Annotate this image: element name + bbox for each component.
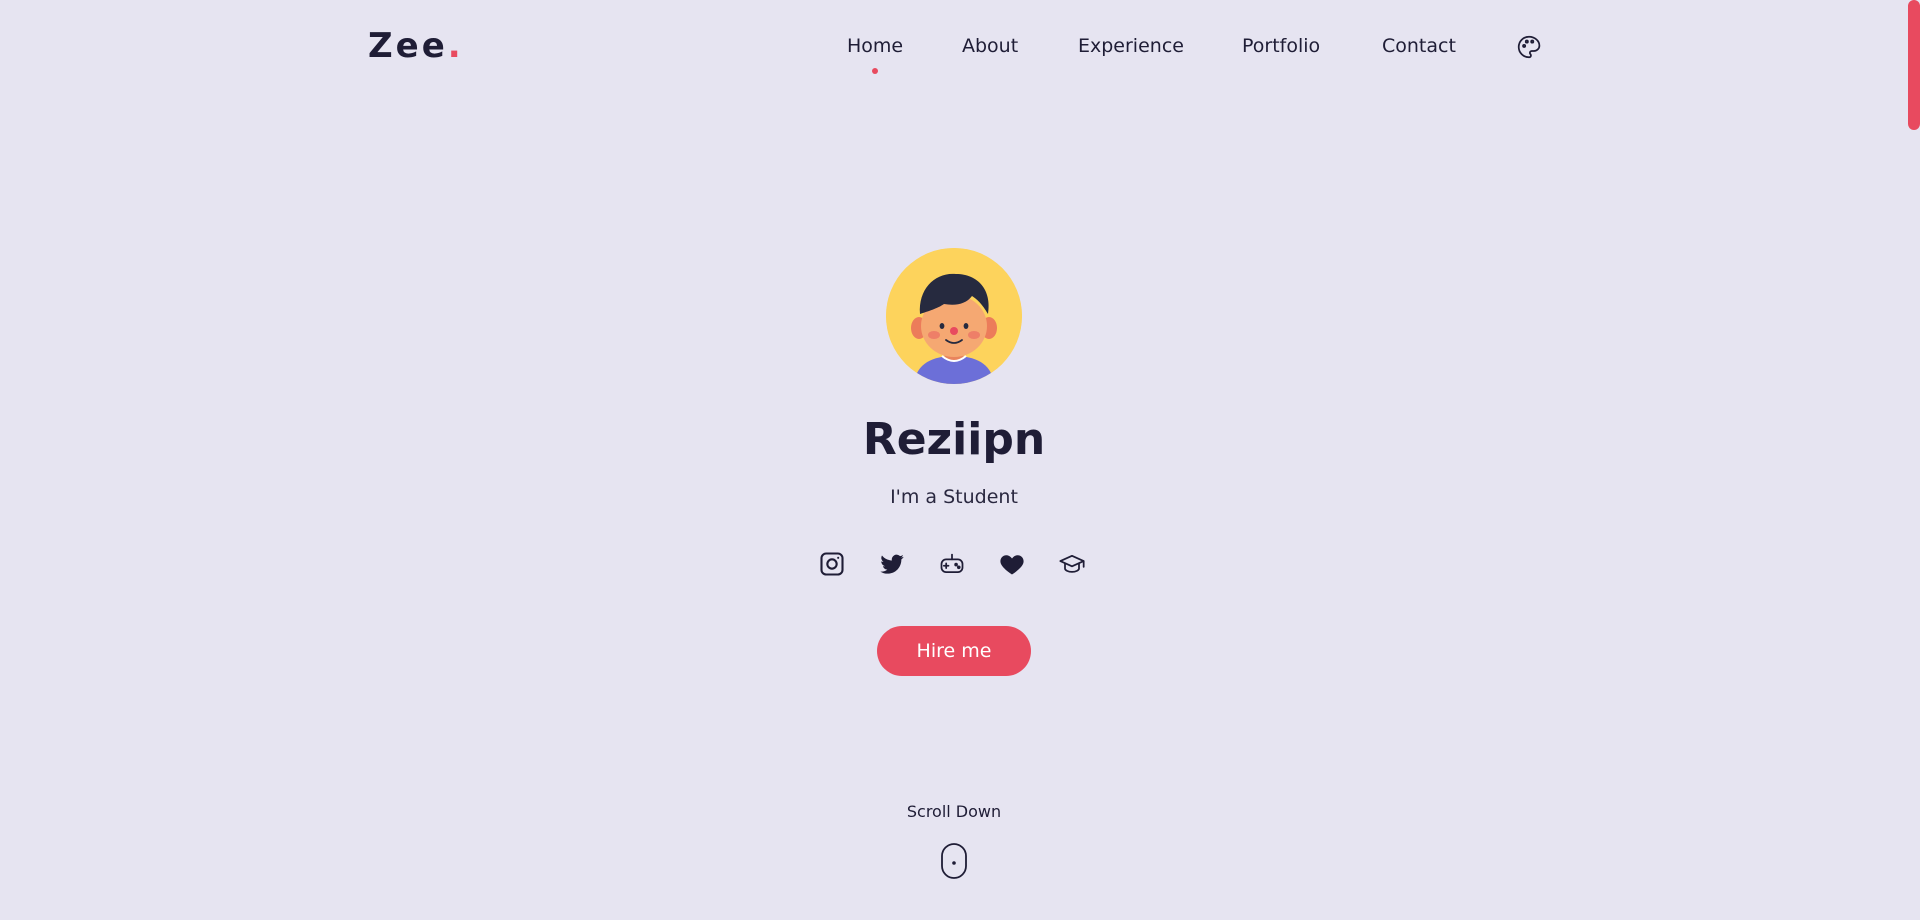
twitter-icon[interactable] bbox=[878, 550, 906, 578]
instagram-icon[interactable] bbox=[818, 550, 846, 578]
hero-role: I'm a Student bbox=[890, 486, 1018, 508]
nav-experience[interactable]: Experience bbox=[1078, 34, 1184, 58]
hire-me-button[interactable]: Hire me bbox=[877, 626, 1031, 676]
hero-name: Reziipn bbox=[862, 414, 1046, 465]
scroll-down-label[interactable]: Scroll Down bbox=[0, 802, 1908, 822]
heart-icon[interactable] bbox=[998, 550, 1026, 578]
main-nav: Home About Experience Portfolio Contact bbox=[0, 28, 1908, 74]
nav-about[interactable]: About bbox=[962, 34, 1018, 58]
nav-home[interactable]: Home bbox=[847, 34, 903, 74]
nav-contact[interactable]: Contact bbox=[1382, 34, 1456, 58]
nav-portfolio[interactable]: Portfolio bbox=[1242, 34, 1320, 58]
scrollbar-thumb[interactable] bbox=[1908, 0, 1920, 130]
graduation-cap-icon[interactable] bbox=[1058, 550, 1086, 578]
page-scrollbar[interactable] bbox=[1908, 0, 1920, 920]
social-links bbox=[818, 550, 1090, 580]
mouse-icon[interactable] bbox=[940, 842, 968, 880]
palette-icon[interactable] bbox=[1516, 34, 1542, 60]
avatar bbox=[886, 248, 1022, 384]
gamepad-icon[interactable] bbox=[938, 550, 966, 578]
site-header: Zee. Home About Experience Portfolio Con… bbox=[0, 0, 1908, 95]
